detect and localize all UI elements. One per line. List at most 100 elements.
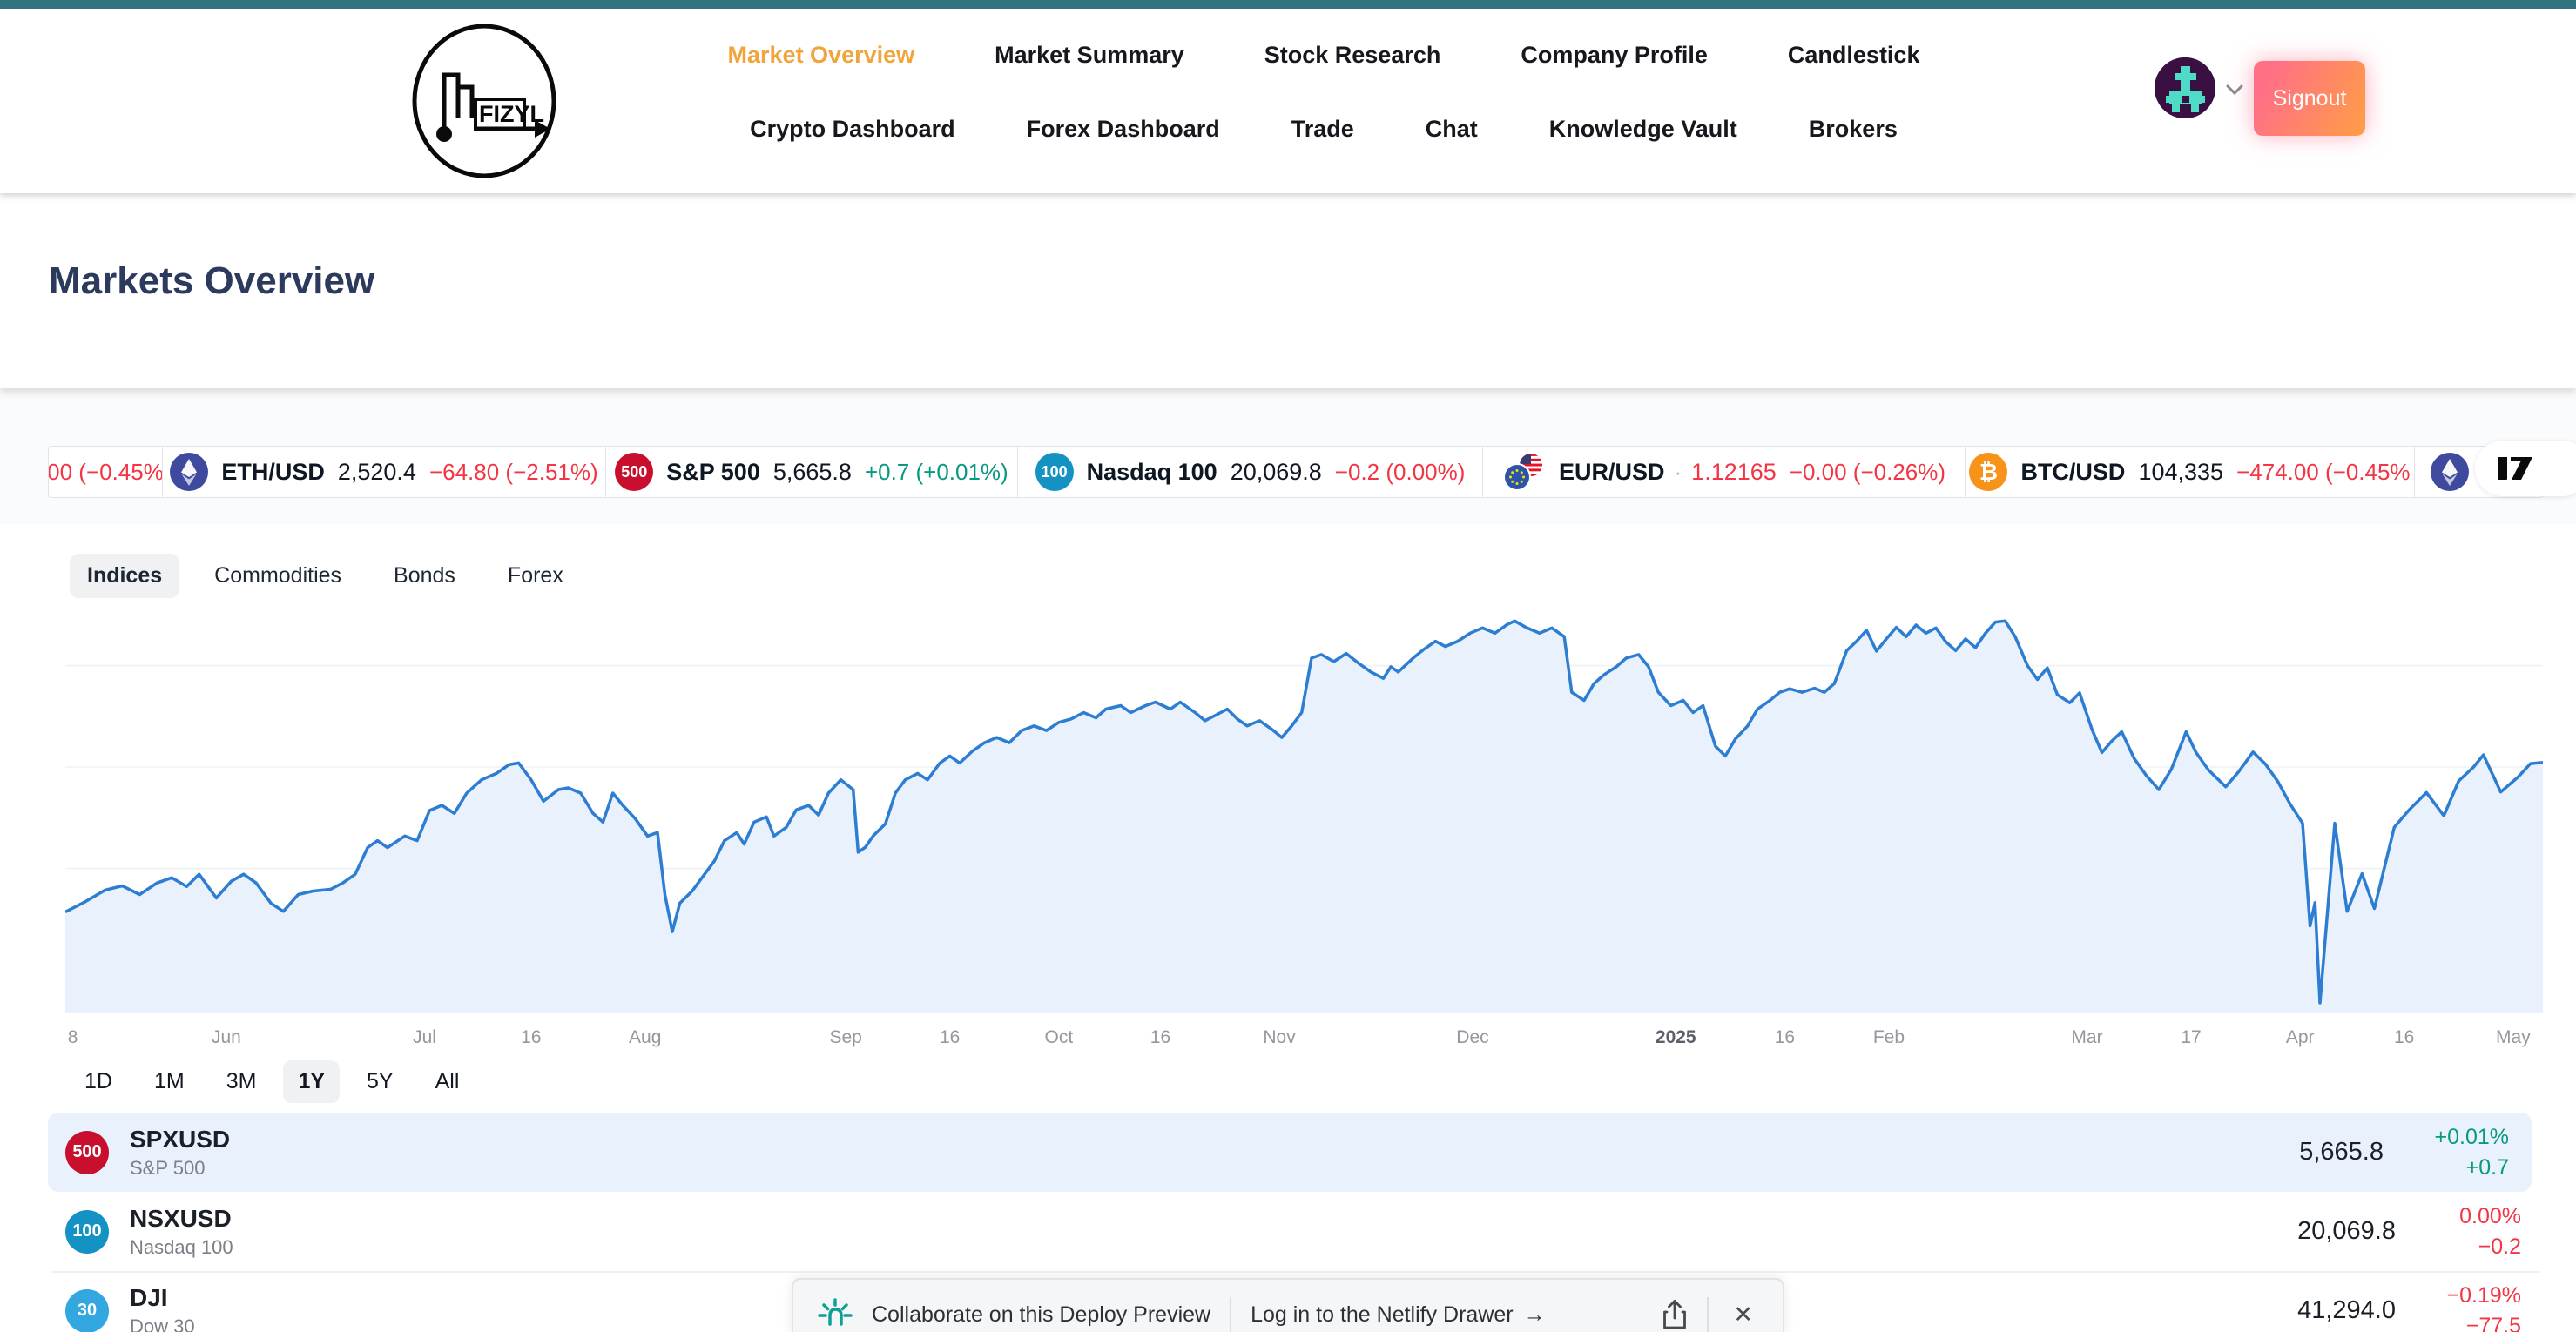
change-percent: 0.00% xyxy=(2459,1201,2521,1232)
symbol-badge-100: 100 xyxy=(65,1210,109,1254)
tab-forex[interactable]: Forex xyxy=(490,554,581,598)
range-all[interactable]: All xyxy=(421,1060,475,1103)
symbol-identity: NSXUSD Nasdaq 100 xyxy=(130,1205,233,1259)
axis-tick-jul: Jul xyxy=(413,1027,436,1048)
market-tabs: Indices Commodities Bonds Forex xyxy=(70,554,581,598)
ticker-item-eur-usd[interactable]: EUR/USD·1.12165−0.00 (−0.26%) xyxy=(1482,447,1965,497)
close-icon[interactable]: ✕ xyxy=(1728,1302,1758,1329)
ethereum-icon xyxy=(170,453,208,491)
fizyl-logo[interactable]: FIZYL xyxy=(409,23,559,184)
axis-tick-16: 16 xyxy=(2394,1027,2414,1048)
nav-row-1: Market Overview Market Summary Stock Resea… xyxy=(679,42,1968,69)
bitcoin-icon: ₿ xyxy=(1969,453,2007,491)
nav-item-brokers[interactable]: Brokers xyxy=(1809,116,1898,143)
symbol-row-spxusd[interactable]: 500 SPXUSD S&P 500 5,665.8 +0.01%+0.7 xyxy=(48,1113,2532,1192)
ticker-change: −474.00 (−0.45% xyxy=(2236,459,2411,486)
ticker-change: −0.00 (−0.26%) xyxy=(1790,459,1945,486)
nav-item-chat[interactable]: Chat xyxy=(1426,116,1478,143)
ticker-symbol: EUR/USD xyxy=(1559,459,1665,486)
axis-tick-16: 16 xyxy=(1150,1027,1170,1048)
netlify-login-link[interactable]: Log in to the Netlify Drawer → xyxy=(1251,1302,1546,1328)
avatar-chevron-down-icon[interactable] xyxy=(2226,84,2243,99)
axis-tick-apr: Apr xyxy=(2286,1027,2315,1048)
share-icon[interactable] xyxy=(1662,1299,1688,1330)
change-percent: −0.19% xyxy=(2447,1281,2522,1311)
ticker-item-btc-usd[interactable]: ₿ BTC/USD 104,335 −474.00 (−0.45% xyxy=(1965,447,2414,497)
symbol-value: 20,069.8 xyxy=(2297,1217,2396,1246)
signout-button[interactable]: Signout xyxy=(2254,61,2365,136)
ticker-tape: 00 (−0.45% ETH/USD2,520.4−64.80 (−2.51%)… xyxy=(48,446,2544,498)
ticker-item-nasdaq-100[interactable]: 100Nasdaq 10020,069.8−0.2 (0.00%) xyxy=(1017,447,1482,497)
tradingview-logo-pill[interactable] xyxy=(2475,441,2576,496)
nav-item-market-summary[interactable]: Market Summary xyxy=(995,42,1184,69)
axis-tick-feb: Feb xyxy=(1873,1027,1905,1048)
symbol-identity: DJI Dow 30 xyxy=(130,1284,195,1332)
ticker-symbol: Nasdaq 100 xyxy=(1087,459,1217,486)
heading-card: Markets Overview xyxy=(0,193,2576,388)
range-1y[interactable]: 1Y xyxy=(283,1060,340,1103)
ticker-price: 104,335 xyxy=(2138,459,2223,486)
axis-tick-jun: Jun xyxy=(212,1027,241,1048)
axis-tick-dec: Dec xyxy=(1456,1027,1488,1048)
symbol-change: +0.01%+0.7 xyxy=(2435,1122,2510,1183)
axis-tick-may: May xyxy=(2496,1027,2531,1048)
symbol-badge-500: 500 xyxy=(65,1131,109,1174)
ticker-price: 1.12165 xyxy=(1691,459,1777,486)
nav-item-stock-research[interactable]: Stock Research xyxy=(1264,42,1441,69)
main-nav: Market Overview Market Summary Stock Resea… xyxy=(679,9,1968,193)
axis-tick-aug: Aug xyxy=(629,1027,661,1048)
ticker-symbol: BTC/USD xyxy=(2020,459,2125,486)
tradingview-icon xyxy=(2498,457,2536,480)
symbol-name: S&P 500 xyxy=(130,1157,230,1180)
symbol-ticker: SPXUSD xyxy=(130,1126,230,1154)
symbol-value: 5,665.8 xyxy=(2299,1138,2384,1167)
nav-item-market-overview[interactable]: Market Overview xyxy=(728,42,915,69)
symbol-ticker: NSXUSD xyxy=(130,1205,233,1233)
ticker-price: 5,665.8 xyxy=(773,459,852,486)
axis-tick-mar: Mar xyxy=(2071,1027,2102,1048)
range-5y[interactable]: 5Y xyxy=(352,1060,408,1103)
symbol-row-nsxusd[interactable]: 100 NSXUSD Nasdaq 100 20,069.8 0.00%−0.2 xyxy=(48,1192,2544,1271)
symbol-name: Nasdaq 100 xyxy=(130,1236,233,1259)
ticker-item-s-p-500[interactable]: 500S&P 5005,665.8+0.7 (+0.01%) xyxy=(605,447,1017,497)
ticker-symbol: ETH/USD xyxy=(221,459,325,486)
symbol-ticker: DJI xyxy=(130,1284,195,1312)
nav-item-company-profile[interactable]: Company Profile xyxy=(1521,42,1708,69)
tab-indices[interactable]: Indices xyxy=(70,554,179,598)
nav-item-trade[interactable]: Trade xyxy=(1291,116,1354,143)
user-avatar[interactable] xyxy=(2155,57,2215,118)
chart-x-axis: 8JunJul16AugSep16Oct16NovDec202516FebMar… xyxy=(65,1020,2543,1053)
ticker-item-eth-usd[interactable]: ETH/USD2,520.4−64.80 (−2.51%) xyxy=(162,447,605,497)
tab-bonds[interactable]: Bonds xyxy=(376,554,473,598)
nav-item-candlestick[interactable]: Candlestick xyxy=(1788,42,1920,69)
axis-tick-oct: Oct xyxy=(1045,1027,1074,1048)
time-range-buttons: 1D 1M 3M 1Y 5Y All xyxy=(70,1060,474,1103)
netlify-deploy-banner: Collaborate on this Deploy Preview Log i… xyxy=(792,1278,1784,1332)
nav-item-crypto-dashboard[interactable]: Crypto Dashboard xyxy=(750,116,955,143)
change-absolute: +0.7 xyxy=(2435,1153,2510,1183)
symbol-identity: SPXUSD S&P 500 xyxy=(130,1126,230,1180)
nav-item-forex-dashboard[interactable]: Forex Dashboard xyxy=(1027,116,1220,143)
axis-tick-2025: 2025 xyxy=(1656,1027,1696,1048)
market-overview-widget: IndicesCommoditiesBondsForex 8JunJul16Au… xyxy=(33,524,2543,1332)
symbol-change: 0.00%−0.2 xyxy=(2459,1201,2521,1262)
range-3m[interactable]: 3M xyxy=(212,1060,272,1103)
tab-commodities[interactable]: Commodities xyxy=(197,554,359,598)
ticker-item-partial[interactable]: 00 (−0.45% xyxy=(49,447,162,497)
logo-text: FIZYL xyxy=(479,101,544,127)
ticker-price: 20,069.8 xyxy=(1231,459,1322,486)
index-area-chart[interactable] xyxy=(65,608,2543,1013)
app-header: FIZYL Market Overview Market Summary Stock… xyxy=(0,9,2576,193)
axis-tick-17: 17 xyxy=(2181,1027,2201,1048)
login-label: Log in to the Netlify Drawer xyxy=(1251,1302,1514,1328)
range-1m[interactable]: 1M xyxy=(139,1060,199,1103)
symbol-name: Dow 30 xyxy=(130,1315,195,1332)
arrow-right-icon: → xyxy=(1524,1302,1546,1328)
ethereum-icon xyxy=(2431,453,2469,491)
axis-tick-nov: Nov xyxy=(1263,1027,1295,1048)
nav-item-knowledge-vault[interactable]: Knowledge Vault xyxy=(1549,116,1737,143)
ticker-change: −0.2 (0.00%) xyxy=(1335,459,1466,486)
symbol-badge-30: 30 xyxy=(65,1289,109,1332)
eurusd-flags-icon xyxy=(1502,452,1546,492)
range-1d[interactable]: 1D xyxy=(70,1060,127,1103)
